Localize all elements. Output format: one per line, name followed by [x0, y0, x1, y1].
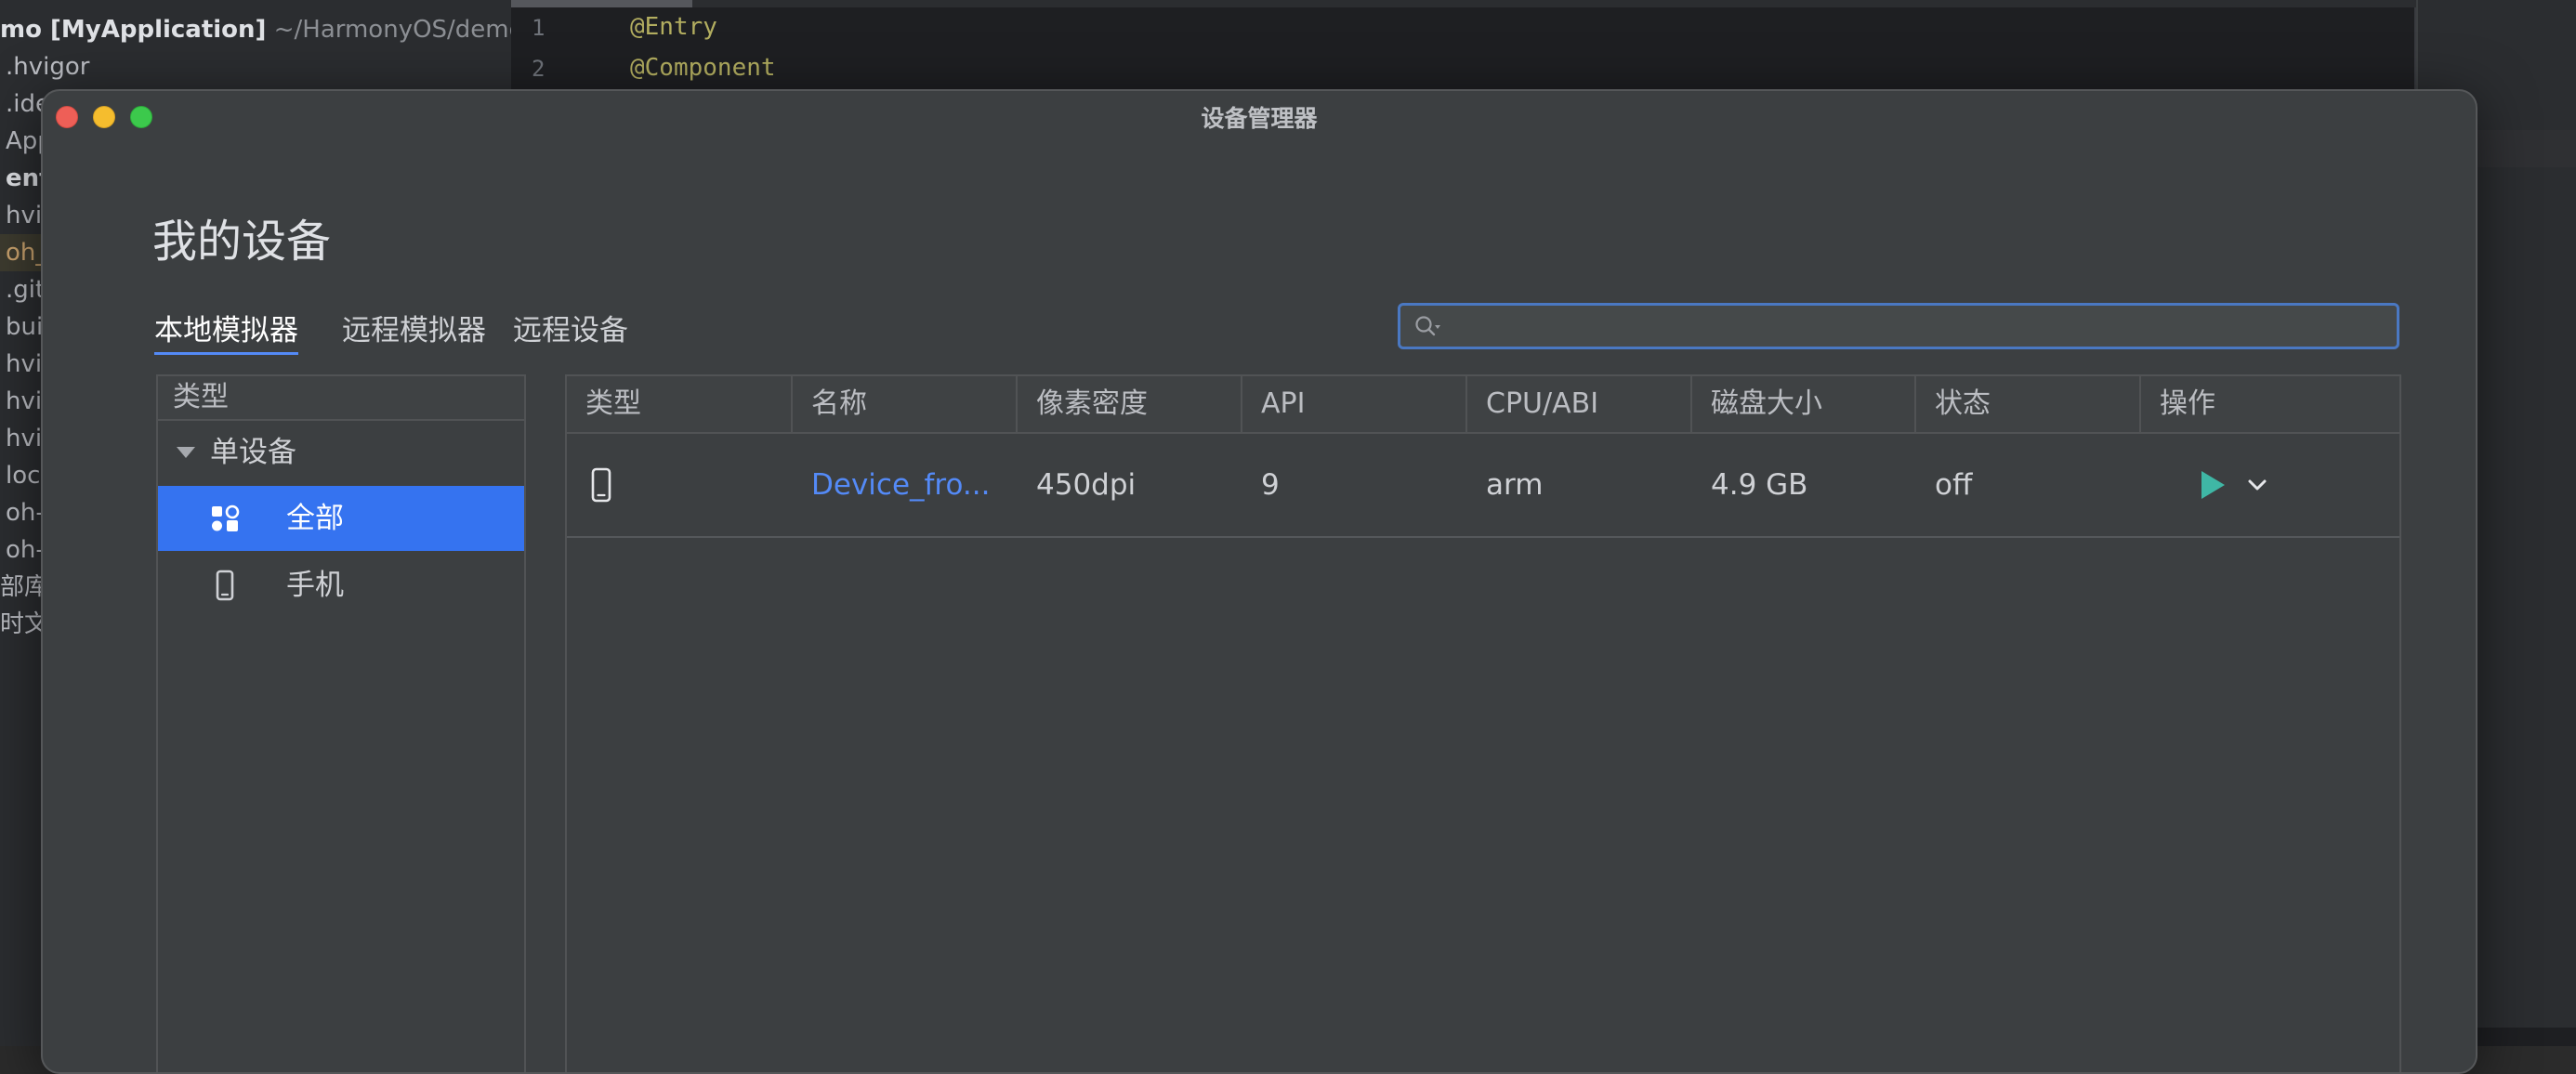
project-tree-item[interactable]: hvi	[6, 383, 42, 420]
project-tree-item[interactable]: .hvigor	[6, 48, 89, 85]
column-header-status[interactable]: 状态	[1916, 376, 2141, 432]
play-icon[interactable]	[2199, 469, 2227, 501]
column-header-actions[interactable]: 操作	[2141, 376, 2401, 432]
project-tree-item[interactable]: hvi	[6, 346, 42, 383]
project-tree-item[interactable]: bui	[6, 308, 43, 346]
device-disk-size: 4.9 GB	[1711, 468, 1808, 502]
column-header-api[interactable]: API	[1242, 376, 1467, 432]
device-api: 9	[1261, 468, 1280, 502]
line-number: 2	[532, 56, 545, 82]
column-header-type[interactable]: 类型	[567, 376, 793, 432]
code-line: @Entry	[630, 13, 717, 41]
tab-remote-emulator[interactable]: 远程模拟器	[342, 307, 486, 348]
search-input[interactable]	[1398, 303, 2399, 349]
category-item-all[interactable]: 全部	[158, 486, 524, 551]
project-tree-item[interactable]: loc	[6, 457, 40, 494]
project-root-name: [MyApplication]	[50, 16, 267, 44]
category-group-single-device[interactable]: 单设备	[158, 423, 524, 482]
page-title: 我的设备	[152, 216, 332, 268]
project-root-prefix: mo	[0, 16, 51, 44]
category-group-label: 单设备	[210, 436, 296, 469]
line-number: 1	[532, 15, 545, 41]
search-icon[interactable]	[1413, 314, 1443, 340]
device-name-link[interactable]: Device_fro...	[793, 434, 1018, 536]
expand-triangle-icon[interactable]	[177, 447, 195, 458]
column-header-name[interactable]: 名称	[793, 376, 1018, 432]
category-header: 类型	[158, 376, 524, 421]
category-item-label: 手机	[286, 569, 344, 602]
column-header-disk-size[interactable]: 磁盘大小	[1692, 376, 1916, 432]
project-tree-item[interactable]: hvi	[6, 197, 42, 234]
tab-remote-device[interactable]: 远程设备	[513, 307, 628, 348]
category-item-phone[interactable]: 手机	[158, 553, 524, 618]
project-tree-item[interactable]: oh-	[6, 494, 45, 531]
project-root-path: ~/HarmonyOS/demo	[266, 16, 511, 44]
phone-icon	[591, 467, 611, 503]
dialog-titlebar[interactable]: 设备管理器	[43, 91, 2476, 143]
device-cpu: arm	[1486, 468, 1544, 502]
project-tree-item[interactable]: hvi	[6, 420, 42, 457]
dialog-title: 设备管理器	[1201, 105, 1318, 132]
category-panel: 类型 单设备 全部 手机	[156, 374, 526, 1072]
table-row[interactable]: Device_fro... 450dpi 9 arm 4.9 GB off	[567, 434, 2399, 538]
editor-tab-bar	[511, 0, 2416, 7]
code-line: @Component	[630, 54, 776, 82]
device-manager-dialog: 设备管理器 我的设备 本地模拟器 远程模拟器 远程设备 类型 单设备 全部 手机…	[41, 89, 2477, 1074]
column-header-density[interactable]: 像素密度	[1018, 376, 1242, 432]
project-root-item[interactable]: mo [MyApplication] ~/HarmonyOS/demo	[0, 11, 511, 48]
all-devices-icon	[212, 504, 240, 531]
category-item-label: 全部	[286, 502, 344, 535]
tab-local-emulator[interactable]: 本地模拟器	[154, 307, 298, 355]
device-table: 类型 名称 像素密度 API CPU/ABI 磁盘大小 状态 操作 Device…	[565, 374, 2401, 1072]
table-header: 类型 名称 像素密度 API CPU/ABI 磁盘大小 状态 操作	[567, 376, 2399, 434]
device-status: off	[1935, 468, 1973, 502]
phone-icon	[216, 570, 234, 601]
editor-active-tab-indicator	[511, 0, 692, 7]
project-tree-item[interactable]: oh-	[6, 531, 45, 569]
chevron-down-icon[interactable]	[2245, 473, 2269, 497]
device-density: 450dpi	[1036, 468, 1137, 502]
column-header-cpu-abi[interactable]: CPU/ABI	[1467, 376, 1692, 432]
project-tree-item[interactable]: .git	[6, 271, 45, 308]
